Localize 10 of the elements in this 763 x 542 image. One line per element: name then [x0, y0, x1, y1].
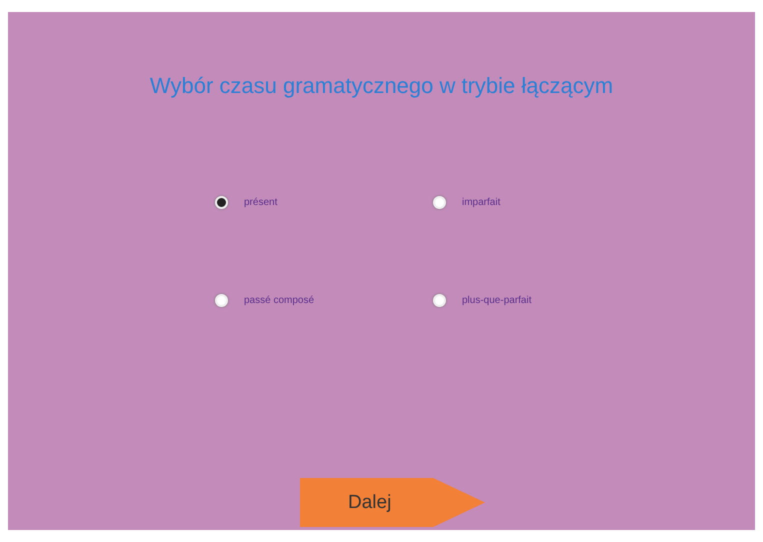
- radio-button[interactable]: [433, 196, 446, 208]
- option-label: présent: [244, 196, 278, 208]
- slide-title: Wybór czasu gramatycznego w trybie łączącym: [148, 72, 614, 100]
- radio-button[interactable]: [215, 294, 228, 306]
- option-label: imparfait: [462, 196, 500, 208]
- option-label: passé composé: [244, 294, 314, 306]
- option-label: plus-que-parfait: [462, 294, 532, 306]
- radio-button[interactable]: [215, 196, 228, 208]
- radio-button[interactable]: [433, 294, 446, 306]
- next-button[interactable]: Dalej: [300, 478, 485, 527]
